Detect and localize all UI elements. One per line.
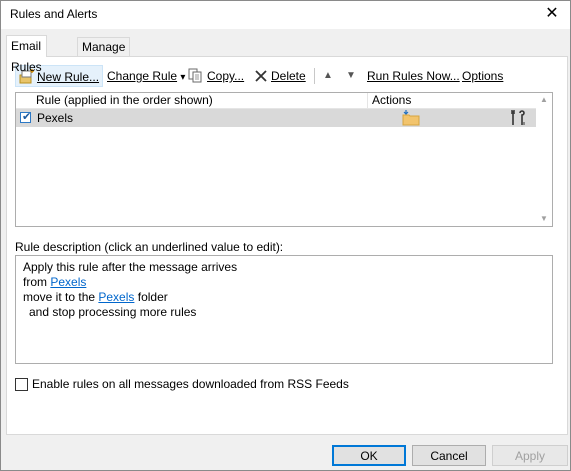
- toolbar-separator: [314, 68, 315, 84]
- rss-checkbox[interactable]: [15, 378, 28, 391]
- rules-list-header: Rule (applied in the order shown) Action…: [16, 93, 536, 109]
- sender-link[interactable]: Pexels: [50, 275, 86, 289]
- delete-icon: [255, 70, 267, 82]
- folder-move-icon: [402, 110, 420, 126]
- email-rules-panel: New Rule... Change Rule ▾ Copy... Delete: [6, 56, 568, 435]
- title-bar: Rules and Alerts ✕: [1, 1, 570, 29]
- checkmark-icon: ✔: [22, 111, 32, 123]
- change-rule-label: Change Rule: [107, 69, 178, 83]
- close-button[interactable]: ✕: [534, 1, 570, 29]
- move-down-button[interactable]: ▼: [346, 65, 356, 87]
- rule-name: Pexels: [37, 111, 74, 125]
- ok-button[interactable]: OK: [332, 445, 406, 466]
- column-header-rule[interactable]: Rule (applied in the order shown): [32, 93, 213, 108]
- description-text: folder: [134, 290, 168, 304]
- rules-list-scrollbar[interactable]: ▲ ▼: [536, 93, 552, 226]
- folder-link[interactable]: Pexels: [98, 290, 134, 304]
- description-text: from: [23, 275, 51, 289]
- delete-label: Delete: [271, 69, 306, 83]
- options-label: Options: [462, 69, 504, 83]
- description-line: move it to the Pexels folder: [23, 290, 168, 304]
- new-rule-label: New Rule...: [37, 70, 100, 84]
- rules-toolbar: New Rule... Change Rule ▾ Copy... Delete: [15, 65, 560, 87]
- description-text: move it to the: [23, 290, 99, 304]
- copy-icon: [188, 68, 202, 83]
- tab-manage-alerts[interactable]: Manage Alerts: [77, 37, 131, 73]
- cancel-button[interactable]: Cancel: [412, 445, 486, 466]
- rss-checkbox-label[interactable]: Enable rules on all messages downloaded …: [32, 377, 349, 391]
- window-title: Rules and Alerts: [10, 7, 98, 21]
- column-header-actions[interactable]: Actions: [368, 93, 411, 108]
- copy-label: Copy...: [207, 69, 245, 83]
- scroll-up-arrow[interactable]: ▲: [536, 93, 552, 107]
- rules-list[interactable]: Rule (applied in the order shown) Action…: [15, 92, 553, 227]
- rule-description-label: Rule description (click an underlined va…: [15, 240, 284, 254]
- tab-email-rules[interactable]: Email Rules: [6, 35, 47, 74]
- run-rules-now-button[interactable]: Run Rules Now...: [367, 65, 460, 87]
- options-button[interactable]: Options: [462, 65, 503, 87]
- description-line: Apply this rule after the message arrive…: [23, 260, 238, 274]
- scroll-down-arrow[interactable]: ▼: [536, 212, 552, 226]
- run-rules-now-label: Run Rules Now...: [367, 69, 460, 83]
- description-line: from Pexels: [23, 275, 86, 289]
- description-line: and stop processing more rules: [29, 305, 197, 319]
- apply-button[interactable]: Apply: [492, 445, 568, 466]
- rule-enabled-checkbox[interactable]: ✔: [20, 111, 32, 123]
- chevron-down-icon: ▾: [180, 72, 186, 83]
- tools-icon: [511, 110, 525, 125]
- rules-and-alerts-dialog: Rules and Alerts ✕ Email Rules Manage Al…: [0, 0, 571, 471]
- move-up-button[interactable]: ▲: [323, 65, 333, 87]
- rule-row[interactable]: ✔ Pexels: [16, 109, 536, 127]
- rule-description-box: Apply this rule after the message arrive…: [15, 255, 553, 364]
- change-rule-button[interactable]: Change Rule ▾: [107, 65, 185, 87]
